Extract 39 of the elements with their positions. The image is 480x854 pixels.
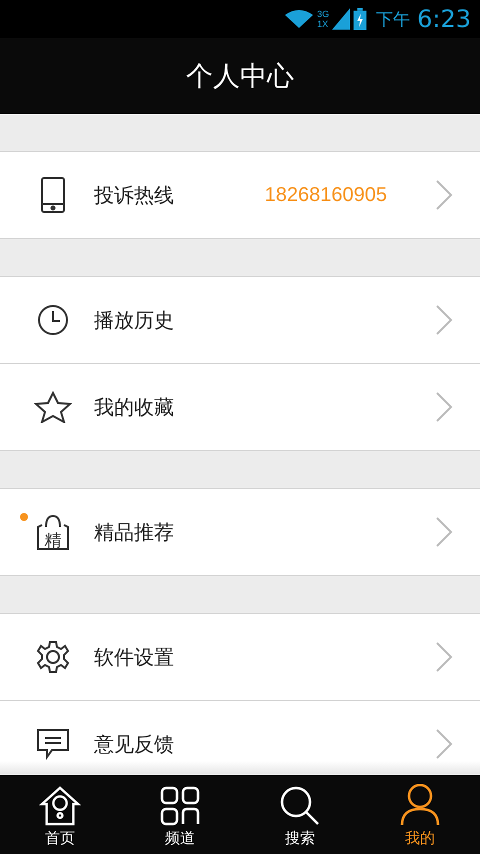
clock-icon — [37, 304, 69, 336]
chevron-right-icon — [435, 391, 453, 423]
tab[interactable]: 首页 — [0, 775, 120, 854]
menu-label: 精品推荐 — [94, 518, 175, 546]
menu-row[interactable]: 投诉热线 18268160905 — [0, 152, 480, 238]
phone-number: 18268160905 — [264, 184, 387, 206]
chevron-right-icon — [435, 641, 453, 673]
chevron-right-icon — [435, 179, 453, 211]
tab[interactable]: 我的 — [360, 775, 480, 854]
battery-icon — [353, 8, 368, 30]
menu-label: 播放历史 — [94, 306, 175, 334]
time-period: 下午 — [376, 8, 410, 30]
clock-time: 6:23 — [417, 5, 471, 33]
wifi-icon — [284, 9, 314, 29]
star-icon — [34, 391, 72, 423]
network-label: 3G — [317, 9, 330, 19]
tab[interactable]: 搜索 — [240, 775, 360, 854]
grid-icon — [160, 786, 200, 826]
menu-label: 意见反馈 — [94, 730, 175, 758]
chevron-right-icon — [435, 728, 453, 760]
menu-row[interactable]: 我的收藏 — [0, 363, 480, 450]
menu-label: 我的收藏 — [94, 394, 175, 420]
phone-icon — [40, 177, 66, 213]
chevron-right-icon — [435, 304, 453, 336]
menu-row[interactable]: 播放历史 — [0, 277, 480, 363]
menu-label: 软件设置 — [94, 644, 175, 670]
search-icon — [280, 786, 320, 826]
chevron-right-icon — [435, 516, 453, 548]
menu-row[interactable]: 软件设置 — [0, 614, 480, 700]
signal-icon — [332, 8, 350, 30]
network-label: 1X — [317, 19, 330, 29]
menu-row[interactable]: 精 精品推荐 — [0, 489, 480, 575]
person-icon — [400, 784, 440, 826]
tab[interactable]: 频道 — [120, 775, 240, 854]
house-icon — [39, 786, 81, 826]
menu-label: 投诉热线 — [94, 182, 175, 208]
gear-icon — [36, 640, 70, 674]
page-title: 个人中心 — [186, 60, 294, 94]
message-icon — [36, 728, 70, 760]
